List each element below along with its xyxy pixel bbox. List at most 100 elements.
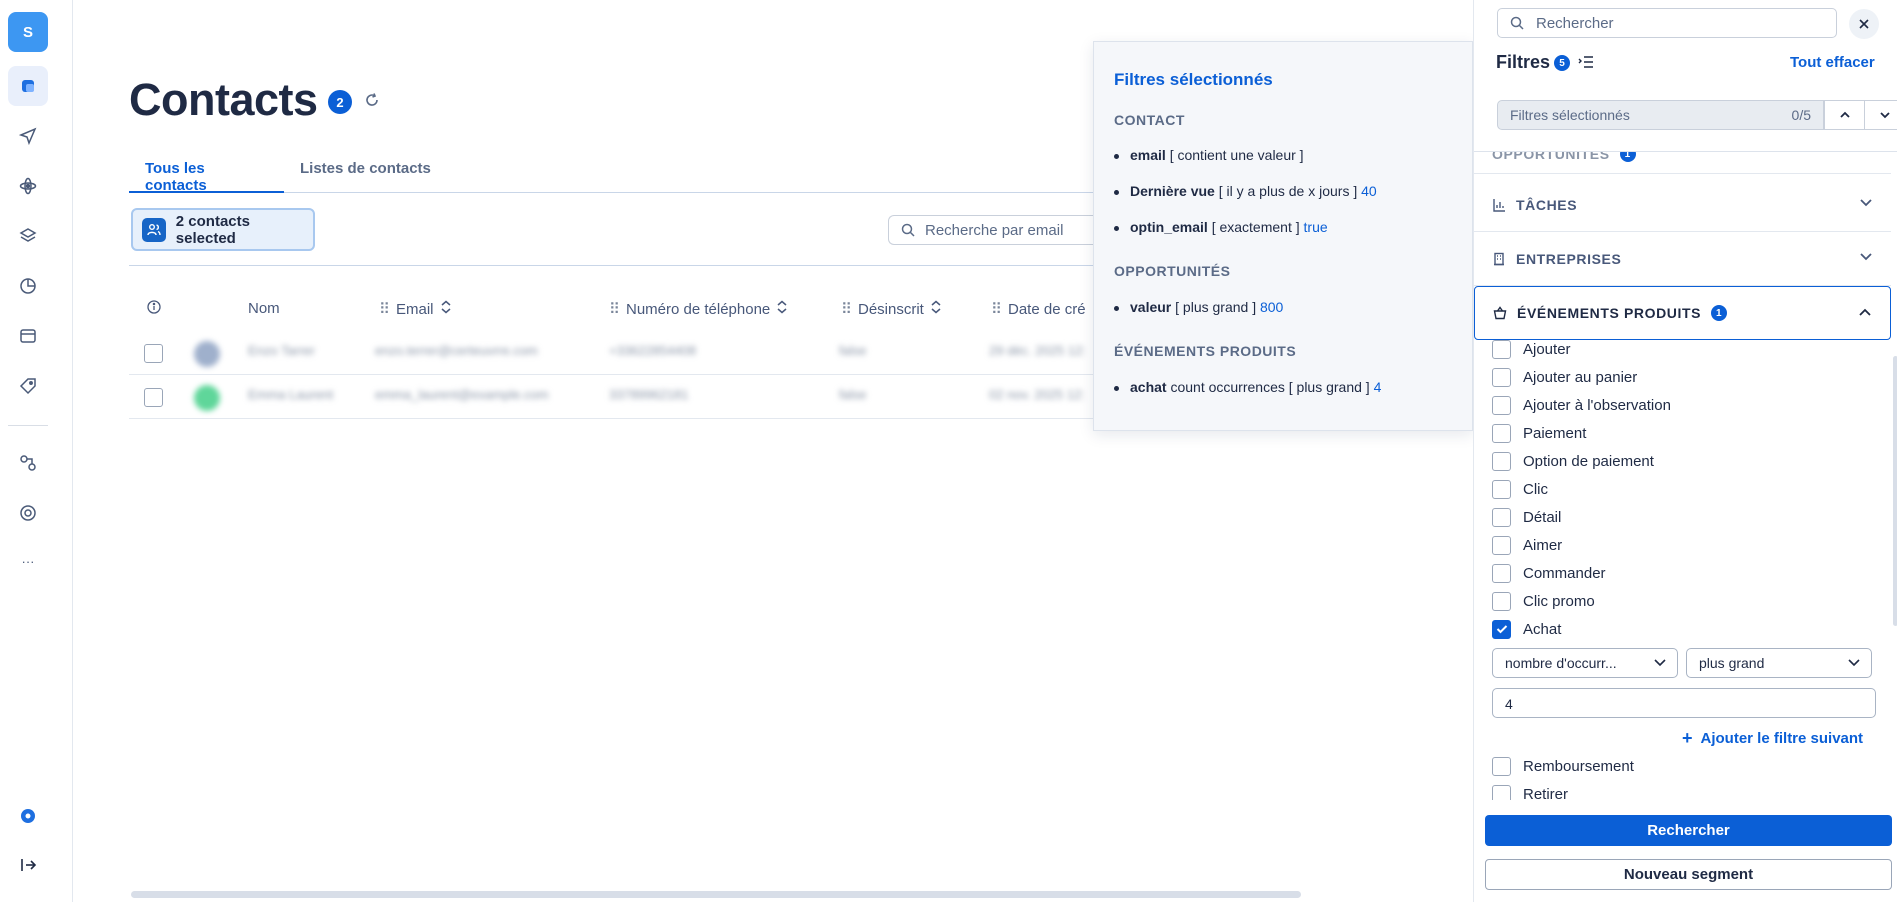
selection-chip[interactable]: 2 contacts selected <box>131 208 315 251</box>
contacts-nav-icon[interactable] <box>8 66 48 106</box>
table-row[interactable]: Enzo Tarrer enzo.terrer@certeuvrre.com +… <box>129 331 1099 375</box>
checkbox[interactable] <box>1492 535 1511 555</box>
checkbox[interactable] <box>1492 563 1511 583</box>
window-icon[interactable] <box>8 316 48 356</box>
next-filter-button[interactable] <box>1864 100 1897 130</box>
event-option[interactable]: Ajouter au panier <box>1492 365 1637 389</box>
event-option[interactable]: Ajouter <box>1492 337 1571 361</box>
popover-section-opportunities: OPPORTUNITÉS <box>1114 263 1231 279</box>
checkbox[interactable] <box>1492 591 1511 611</box>
search-icon <box>1510 16 1524 30</box>
checkbox[interactable] <box>1492 451 1511 471</box>
automation-icon[interactable] <box>8 166 48 206</box>
new-segment-button[interactable]: Nouveau segment <box>1485 859 1892 890</box>
table-row[interactable]: Emma Laurent emma_laurent@example.com 33… <box>129 375 1099 419</box>
horizontal-scrollbar[interactable] <box>131 891 1301 898</box>
event-option[interactable]: Clic <box>1492 477 1548 501</box>
column-created-date[interactable]: ⠿ Date de cré <box>991 300 1086 319</box>
checkbox[interactable] <box>1492 756 1511 776</box>
integrations-icon[interactable] <box>8 443 48 483</box>
filter-operator: [ contient une valeur ] <box>1169 147 1304 163</box>
popover-section-contact: CONTACT <box>1114 112 1185 128</box>
chevron-down-icon <box>1654 659 1666 667</box>
filter-operator: [ exactement ] <box>1211 219 1300 235</box>
filter-value: true <box>1303 219 1328 235</box>
help-icon[interactable] <box>8 796 48 836</box>
metric-select[interactable]: nombre d'occurr... <box>1492 648 1678 678</box>
event-option[interactable]: Détail <box>1492 505 1561 529</box>
drag-handle-icon[interactable]: ⠿ <box>991 300 1002 318</box>
add-next-filter-link[interactable]: + Ajouter le filtre suivant <box>1682 728 1863 749</box>
send-icon[interactable] <box>8 116 48 156</box>
column-unsubscribed-label: Désinscrit <box>858 300 924 318</box>
support-icon[interactable] <box>8 493 48 533</box>
reports-icon[interactable] <box>8 266 48 306</box>
event-option[interactable]: Aimer <box>1492 533 1562 557</box>
drag-handle-icon[interactable]: ⠿ <box>609 300 620 318</box>
event-option-achat[interactable]: Achat <box>1492 617 1561 641</box>
account-avatar[interactable]: S <box>8 12 48 52</box>
drag-handle-icon[interactable]: ⠿ <box>841 300 852 318</box>
checkbox[interactable] <box>1492 479 1511 499</box>
sort-icon[interactable] <box>930 300 942 318</box>
checkbox[interactable] <box>1492 339 1511 359</box>
accordion-badge: 1 <box>1711 305 1728 321</box>
tag-heart-icon[interactable] <box>8 366 48 406</box>
column-unsubscribed[interactable]: ⠿ Désinscrit <box>841 300 942 318</box>
column-name[interactable]: Nom <box>248 300 280 317</box>
filter-field: email <box>1130 147 1166 163</box>
operator-select[interactable]: plus grand <box>1686 648 1872 678</box>
selected-filters-bar[interactable]: Filtres sélectionnés 0/5 <box>1497 100 1824 130</box>
layers-icon[interactable] <box>8 216 48 256</box>
checkbox-checked[interactable] <box>1492 619 1511 639</box>
tab-all-contacts[interactable]: Tous les contacts <box>129 150 284 194</box>
event-option[interactable]: Ajouter à l'observation <box>1492 393 1671 417</box>
basket-icon <box>1493 306 1507 320</box>
more-icon[interactable]: ··· <box>8 541 48 581</box>
event-option[interactable]: Paiement <box>1492 421 1586 445</box>
close-icon[interactable] <box>1849 9 1879 39</box>
event-option[interactable]: Clic promo <box>1492 589 1595 613</box>
filter-value-input[interactable]: 4 <box>1492 688 1876 718</box>
accordion-product-events[interactable]: ÉVÉNEMENTS PRODUITS 1 <box>1474 286 1891 340</box>
previous-filter-button[interactable] <box>1824 100 1865 130</box>
panel-search-input[interactable]: Rechercher <box>1497 8 1837 38</box>
accordion-companies[interactable]: ENTREPRISES <box>1474 232 1891 286</box>
checkbox[interactable] <box>1492 507 1511 527</box>
tab-contact-lists[interactable]: Listes de contacts <box>284 150 447 193</box>
popover-filter-item: optin_email [ exactement ] true <box>1114 219 1328 235</box>
column-phone[interactable]: ⠿ Numéro de téléphone <box>609 300 788 318</box>
event-option[interactable]: Commander <box>1492 561 1606 585</box>
popover-filter-item: Dernière vue [ il y a plus de x jours ] … <box>1114 183 1377 199</box>
cell-email: enzo.terrer@certeuvrre.com <box>375 343 538 358</box>
row-checkbox[interactable] <box>144 388 163 407</box>
info-icon[interactable] <box>147 300 161 314</box>
column-email[interactable]: ⠿ Email <box>379 300 452 318</box>
email-search-input[interactable]: Recherche par email <box>888 215 1098 245</box>
checkbox[interactable] <box>1492 367 1511 387</box>
sort-icon[interactable] <box>776 300 788 318</box>
selected-filters-popover: Filtres sélectionnés CONTACT email [ con… <box>1093 41 1473 431</box>
accordion-opportunities[interactable]: OPPORTUNITÉS 1 <box>1474 152 1891 174</box>
checkbox[interactable] <box>1492 395 1511 415</box>
refresh-icon[interactable] <box>364 92 380 113</box>
chevron-up-icon <box>1839 111 1850 118</box>
checkbox[interactable] <box>1492 423 1511 443</box>
event-option[interactable]: Remboursement <box>1492 754 1634 778</box>
row-checkbox[interactable] <box>144 344 163 363</box>
search-button[interactable]: Rechercher <box>1485 815 1892 846</box>
panel-search-placeholder: Rechercher <box>1536 14 1614 32</box>
clear-all-link[interactable]: Tout effacer <box>1790 54 1875 71</box>
chevron-down-icon <box>1860 253 1872 261</box>
selected-filters-label: Filtres sélectionnés <box>1510 107 1630 123</box>
cell-unsubscribed: false <box>839 343 867 358</box>
accordion-tasks[interactable]: TÂCHES <box>1474 178 1891 232</box>
sort-icon[interactable] <box>440 300 452 318</box>
option-label: Ajouter <box>1523 340 1571 358</box>
chevron-down-icon <box>1879 112 1890 119</box>
filter-list-icon[interactable] <box>1578 55 1594 74</box>
vertical-scrollbar[interactable] <box>1893 356 1897 626</box>
event-option[interactable]: Option de paiement <box>1492 449 1654 473</box>
logout-icon[interactable] <box>8 845 48 885</box>
drag-handle-icon[interactable]: ⠿ <box>379 300 390 318</box>
